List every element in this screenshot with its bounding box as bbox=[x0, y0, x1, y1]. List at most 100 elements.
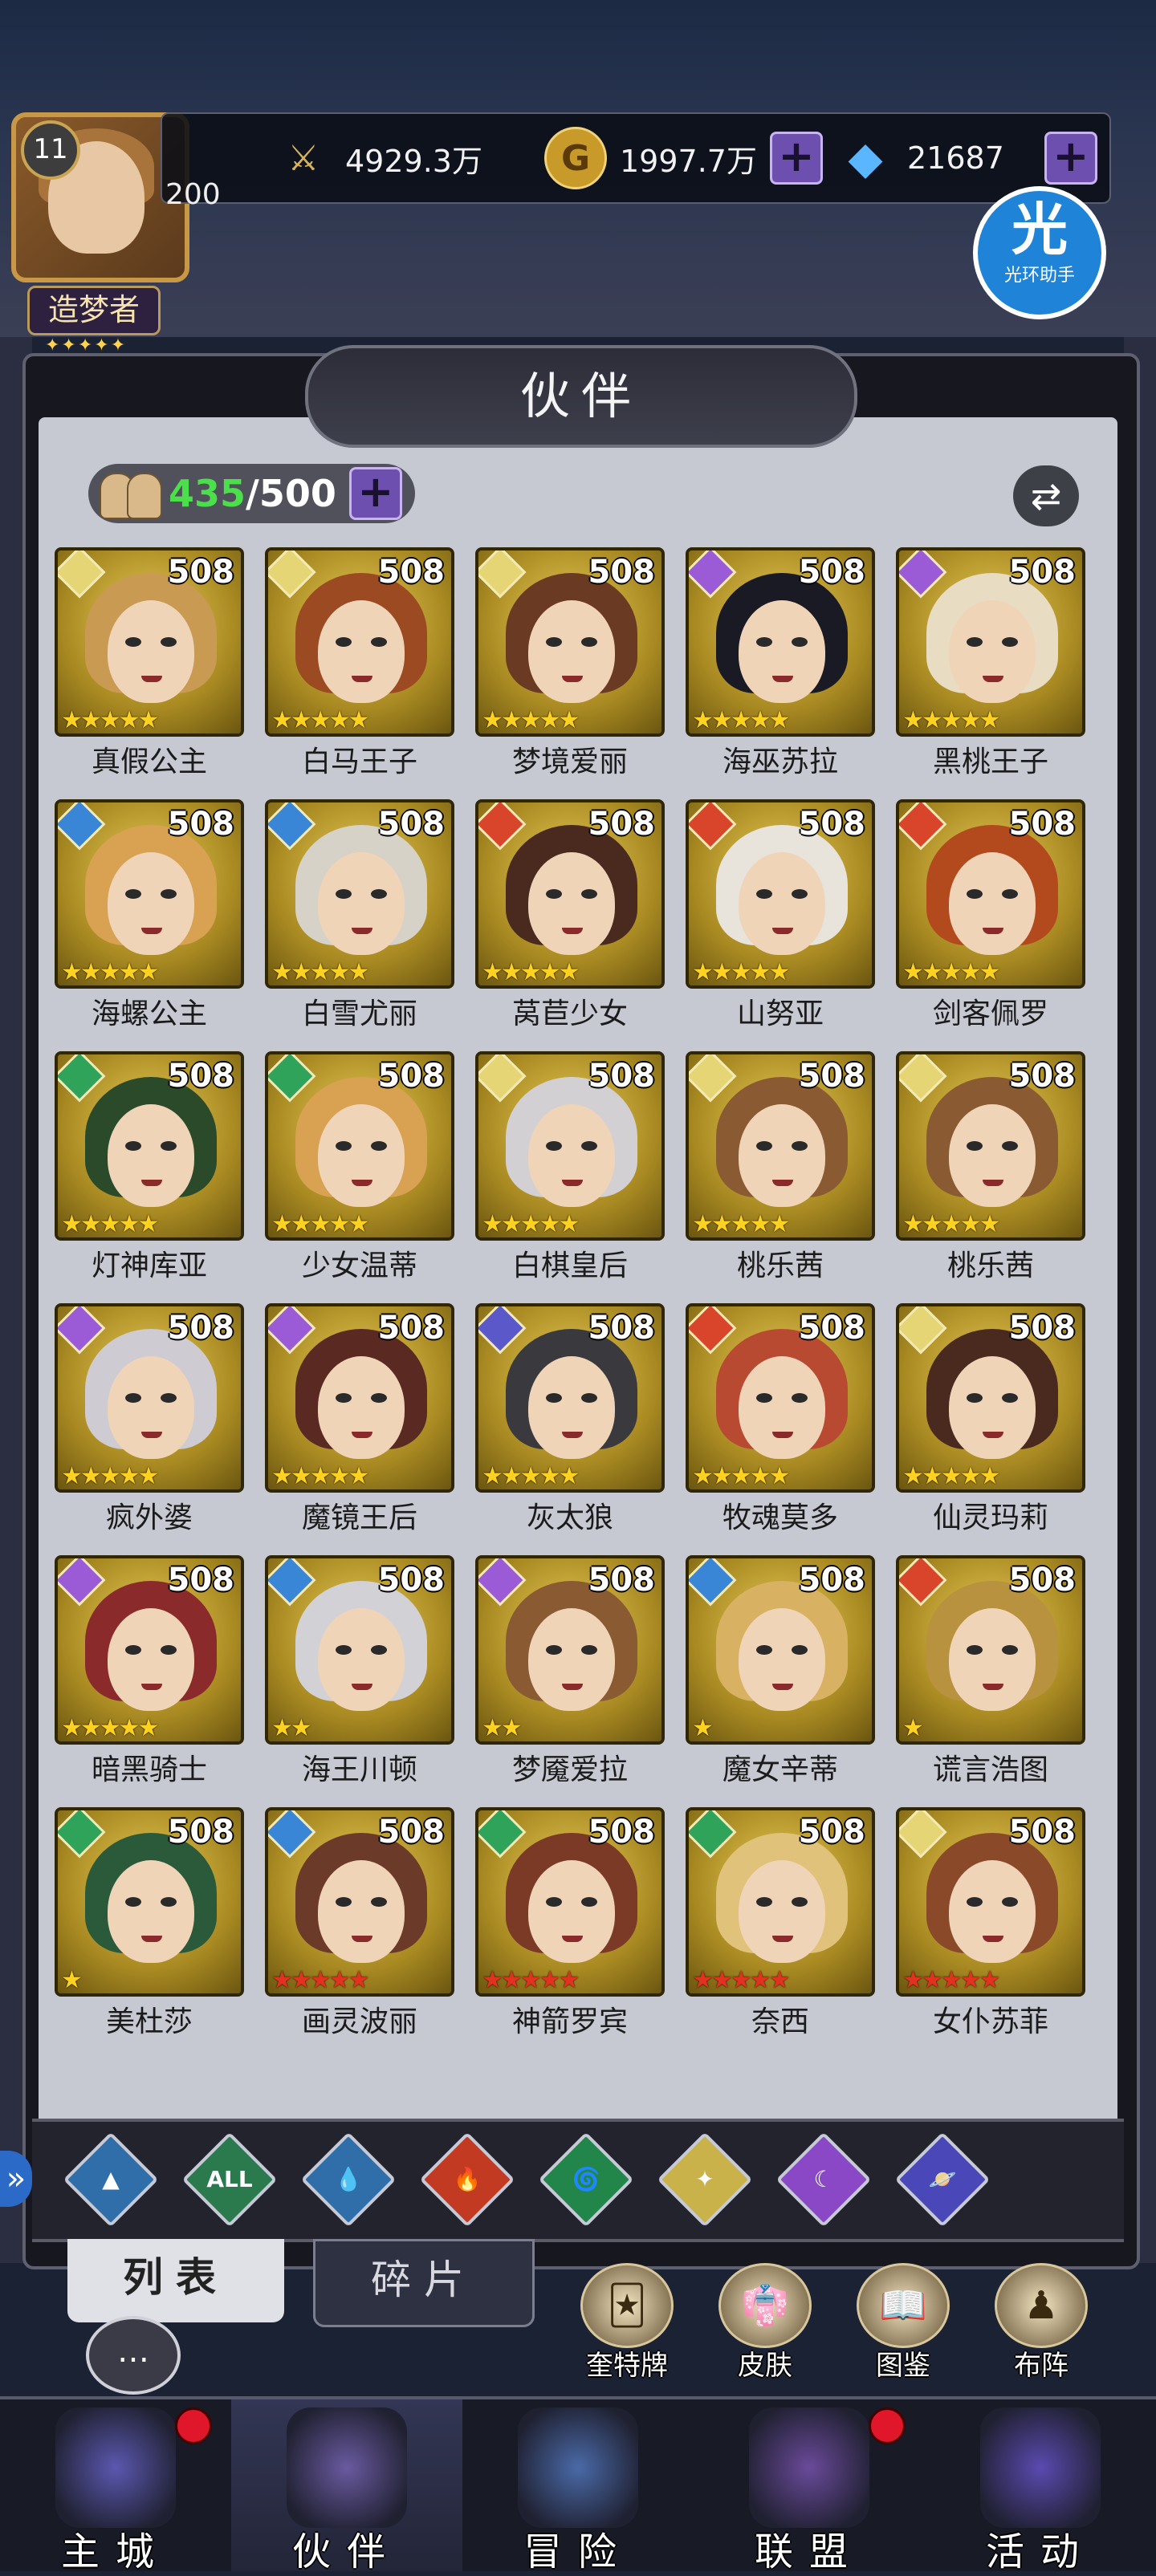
hero-level: 508 bbox=[377, 554, 446, 591]
resource-bar: ⚔ 4929.3万 G 1997.7万 + ◆ 21687 + bbox=[161, 112, 1111, 204]
hero-name: 牧魂莫多 bbox=[722, 1501, 838, 1534]
filter-planet-icon[interactable]: 🪐 bbox=[894, 2131, 991, 2228]
hero-card[interactable]: 508 ★★★★★ 灯神库亚 bbox=[55, 1051, 244, 1292]
shortcut-button[interactable]: 🃏 奎特牌 bbox=[575, 2263, 679, 2382]
nav-item[interactable]: 主城 bbox=[0, 2399, 231, 2574]
hero-portrait: 508 ★★★★★ bbox=[475, 547, 665, 737]
shortcut-button[interactable]: 📖 图鉴 bbox=[851, 2263, 955, 2382]
hero-portrait: 508 ★★★★★ bbox=[896, 799, 1085, 989]
hero-card[interactable]: 508 ★★★★★ 神箭罗宾 bbox=[475, 1807, 665, 2048]
hero-card[interactable]: 508 ★★ 梦魇爱拉 bbox=[475, 1555, 665, 1796]
hero-name: 梦境爱丽 bbox=[511, 746, 628, 778]
hero-name: 海螺公主 bbox=[91, 997, 207, 1030]
hero-portrait: 508 ★★★★★ bbox=[896, 547, 1085, 737]
hero-card[interactable]: 508 ★★★★★ 梦境爱丽 bbox=[475, 547, 665, 788]
hero-name: 白棋皇后 bbox=[511, 1249, 628, 1282]
hero-portrait: 508 ★ bbox=[896, 1555, 1085, 1745]
nav-item[interactable]: 联盟 bbox=[694, 2399, 925, 2574]
halo-glyph: 光 bbox=[1012, 197, 1068, 262]
sort-toggle-button[interactable]: ⇄ bbox=[1013, 465, 1079, 526]
tab-shards[interactable]: 碎片 bbox=[313, 2239, 535, 2327]
hero-card[interactable]: 508 ★★★★★ 仙灵玛莉 bbox=[896, 1303, 1085, 1544]
filter-light2-icon[interactable]: ✦ bbox=[657, 2131, 753, 2228]
partner-count-current: 435 bbox=[169, 472, 246, 515]
hero-card[interactable]: 508 ★★★★★ 魔镜王后 bbox=[265, 1303, 454, 1544]
hero-star-rating: ★★★★★ bbox=[692, 1966, 790, 1994]
filter-water-icon[interactable]: 💧 bbox=[300, 2131, 397, 2228]
hero-card[interactable]: 508 ★★★★★ 真假公主 bbox=[55, 547, 244, 788]
halo-assistant-button[interactable]: 光 光环助手 bbox=[973, 186, 1106, 319]
hero-card[interactable]: 508 ★ 谎言浩图 bbox=[896, 1555, 1085, 1796]
hero-level: 508 bbox=[167, 1814, 235, 1851]
hero-portrait: 508 ★★★★★ bbox=[896, 1051, 1085, 1241]
hero-card[interactable]: 508 ★★★★★ 女仆苏菲 bbox=[896, 1807, 1085, 2048]
hero-portrait: 508 ★★★★★ bbox=[265, 1807, 454, 1997]
shortcut-button[interactable]: 👘 皮肤 bbox=[713, 2263, 817, 2382]
hero-card[interactable]: 508 ★★★★★ 海螺公主 bbox=[55, 799, 244, 1040]
hero-portrait: 508 ★★★★★ bbox=[55, 1555, 244, 1745]
hero-card[interactable]: 508 ★★★★★ 牧魂莫多 bbox=[686, 1303, 875, 1544]
player-title-badge[interactable]: 造梦者 bbox=[27, 286, 161, 335]
filter-glyph: 🪐 bbox=[928, 2166, 957, 2192]
hero-card[interactable]: 508 ★★★★★ 海巫苏拉 bbox=[686, 547, 875, 788]
hero-level: 508 bbox=[1008, 554, 1077, 591]
hero-star-rating: ★★ bbox=[482, 1714, 523, 1742]
hero-level: 508 bbox=[377, 806, 446, 843]
hero-card[interactable]: 508 ★★★★★ 白棋皇后 bbox=[475, 1051, 665, 1292]
hero-name: 魔镜王后 bbox=[301, 1501, 417, 1534]
nav-item[interactable]: 伙伴 bbox=[231, 2399, 462, 2574]
hero-card[interactable]: 508 ★★★★★ 奈西 bbox=[686, 1807, 875, 2048]
hero-card[interactable]: 508 ★★★★★ 白雪尤丽 bbox=[265, 799, 454, 1040]
hero-star-rating: ★ bbox=[902, 1714, 924, 1742]
hero-portrait: 508 ★★★★★ bbox=[686, 1303, 875, 1493]
tab-list[interactable]: 列表 bbox=[67, 2239, 284, 2322]
hero-name: 剑客佩罗 bbox=[932, 997, 1048, 1030]
hero-star-rating: ★★★★★ bbox=[482, 1966, 580, 1994]
hero-card[interactable]: 508 ★★★★★ 剑客佩罗 bbox=[896, 799, 1085, 1040]
hero-card[interactable]: 508 ★★ 海王川顿 bbox=[265, 1555, 454, 1796]
hero-card[interactable]: 508 ★★★★★ 灰太狼 bbox=[475, 1303, 665, 1544]
nav-item[interactable]: 冒险 bbox=[462, 2399, 694, 2574]
hero-name: 海王川顿 bbox=[301, 1753, 417, 1786]
filter-glyph: ALL bbox=[206, 2166, 253, 2192]
filter-wind-icon[interactable]: 🌀 bbox=[538, 2131, 634, 2228]
hero-name: 山努亚 bbox=[736, 997, 824, 1030]
hero-level: 508 bbox=[377, 1310, 446, 1347]
hero-portrait: 508 ★ bbox=[55, 1807, 244, 1997]
hero-card[interactable]: 508 ★★★★★ 暗黑骑士 bbox=[55, 1555, 244, 1796]
diamond-value: 21687 bbox=[907, 140, 1004, 176]
hero-card[interactable]: 508 ★★★★★ 山努亚 bbox=[686, 799, 875, 1040]
filter-dark-icon[interactable]: ☾ bbox=[775, 2131, 872, 2228]
filter-fire-icon[interactable]: 🔥 bbox=[419, 2131, 515, 2228]
filter-all-icon[interactable]: ALL bbox=[181, 2131, 278, 2228]
hero-card[interactable]: 508 ★★★★★ 黑桃王子 bbox=[896, 547, 1085, 788]
nav-item[interactable]: 活动 bbox=[925, 2399, 1156, 2574]
hero-name: 灯神库亚 bbox=[91, 1249, 207, 1282]
hero-card[interactable]: 508 ★★★★★ 桃乐茜 bbox=[686, 1051, 875, 1292]
hero-star-rating: ★★★★★ bbox=[902, 706, 1000, 734]
hero-card[interactable]: 508 ★ 美杜莎 bbox=[55, 1807, 244, 2048]
hero-card[interactable]: 508 ★★★★★ 桃乐茜 bbox=[896, 1051, 1085, 1292]
hero-level: 508 bbox=[588, 1814, 656, 1851]
shortcut-icon: 📖 bbox=[857, 2263, 950, 2348]
hero-portrait: 508 ★★★★★ bbox=[55, 1051, 244, 1241]
hero-star-rating: ★★★★★ bbox=[61, 1462, 159, 1490]
hero-level: 508 bbox=[588, 1562, 656, 1599]
hero-card[interactable]: 508 ★ 魔女辛蒂 bbox=[686, 1555, 875, 1796]
hero-card[interactable]: 508 ★★★★★ 莴苣少女 bbox=[475, 799, 665, 1040]
hero-card[interactable]: 508 ★★★★★ 白马王子 bbox=[265, 547, 454, 788]
expand-slots-button[interactable]: + bbox=[348, 467, 402, 520]
hero-card[interactable]: 508 ★★★★★ 少女温蒂 bbox=[265, 1051, 454, 1292]
hero-level: 508 bbox=[167, 554, 235, 591]
shortcut-button[interactable]: ♟ 布阵 bbox=[989, 2263, 1093, 2382]
notification-badge bbox=[869, 2407, 906, 2444]
filter-light-icon[interactable]: ▲ bbox=[63, 2131, 159, 2228]
add-gold-button[interactable]: + bbox=[769, 132, 823, 185]
hero-level: 508 bbox=[377, 1058, 446, 1095]
hero-name: 疯外婆 bbox=[105, 1501, 193, 1534]
hero-card[interactable]: 508 ★★★★★ 疯外婆 bbox=[55, 1303, 244, 1544]
hero-card[interactable]: 508 ★★★★★ 画灵波丽 bbox=[265, 1807, 454, 2048]
shortcut-label: 皮肤 bbox=[738, 2350, 792, 2382]
sword-icon: ⚔ bbox=[287, 137, 320, 179]
add-diamond-button[interactable]: + bbox=[1044, 132, 1097, 185]
